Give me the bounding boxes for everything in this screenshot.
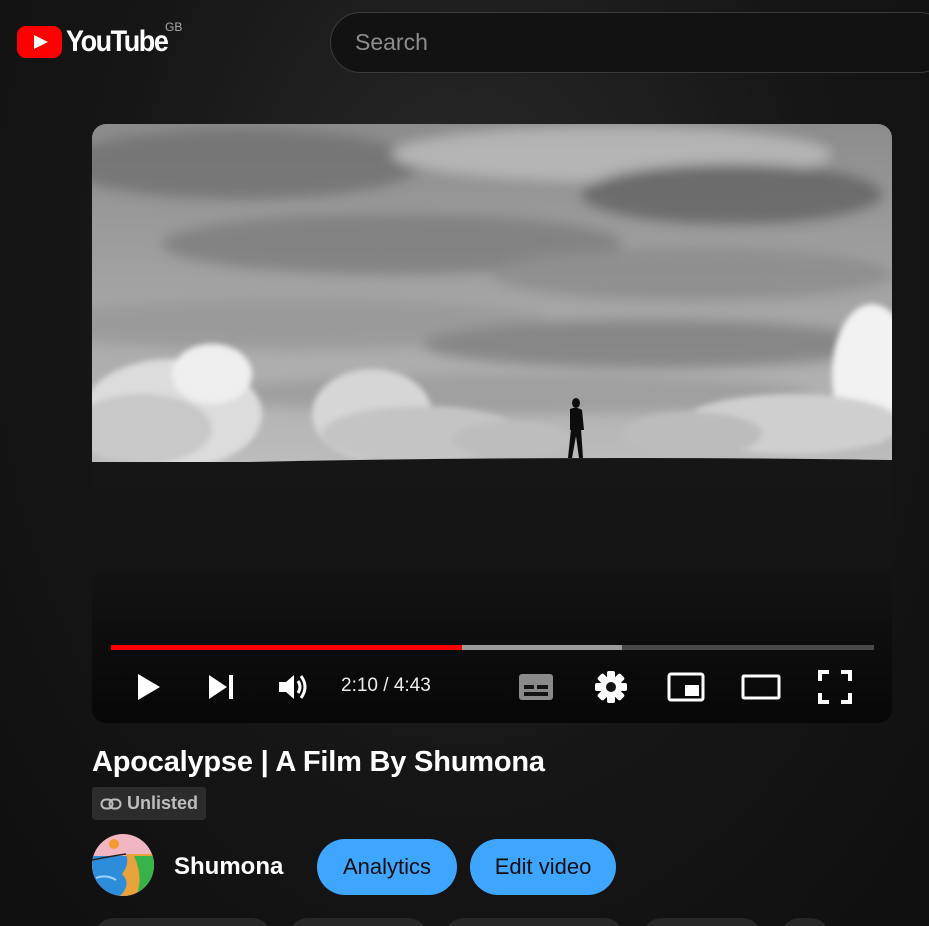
theater-mode-button[interactable] [741, 669, 781, 705]
visibility-label: Unlisted [127, 793, 199, 813]
miniplayer-button[interactable] [666, 669, 706, 705]
next-icon [209, 675, 233, 699]
subtitles-icon [519, 674, 553, 700]
edit-video-button[interactable]: Edit video [470, 839, 616, 895]
played-bar [111, 645, 462, 650]
progress-bar[interactable] [111, 645, 874, 650]
theater-icon [741, 674, 781, 700]
visibility-badge: Unlisted [92, 787, 207, 820]
channel-avatar[interactable] [92, 834, 154, 896]
action-chip[interactable] [642, 918, 762, 926]
channel-name[interactable]: Shumona [174, 853, 283, 881]
fullscreen-button[interactable] [817, 669, 853, 705]
play-button[interactable] [130, 669, 166, 705]
logo-text: YouTube [66, 25, 169, 58]
fullscreen-icon [818, 670, 852, 704]
analytics-button[interactable]: Analytics [317, 839, 457, 895]
volume-icon [279, 675, 307, 699]
volume-button[interactable] [276, 669, 312, 705]
video-title: Apocalypse | A Film By Shumona [92, 746, 545, 778]
action-chip[interactable] [288, 918, 428, 926]
youtube-play-icon [17, 26, 62, 58]
action-chip[interactable] [780, 918, 830, 926]
search-input[interactable] [355, 29, 929, 56]
avatar-image [92, 834, 154, 896]
action-chip[interactable] [94, 918, 272, 926]
next-button[interactable] [204, 669, 240, 705]
subtitles-button[interactable] [517, 669, 555, 705]
play-icon [138, 674, 160, 700]
video-frame [92, 124, 892, 723]
settings-icon [595, 671, 627, 703]
link-icon [100, 798, 122, 809]
miniplayer-icon [667, 672, 705, 702]
settings-button[interactable] [592, 669, 630, 705]
time-display: 2:10 / 4:43 [341, 675, 431, 696]
search-box[interactable] [330, 12, 929, 73]
region-code: GB [165, 20, 183, 34]
youtube-logo[interactable]: YouTube [17, 25, 179, 59]
action-chip[interactable] [444, 918, 624, 926]
video-player[interactable]: 2:10 / 4:43 [92, 124, 892, 723]
